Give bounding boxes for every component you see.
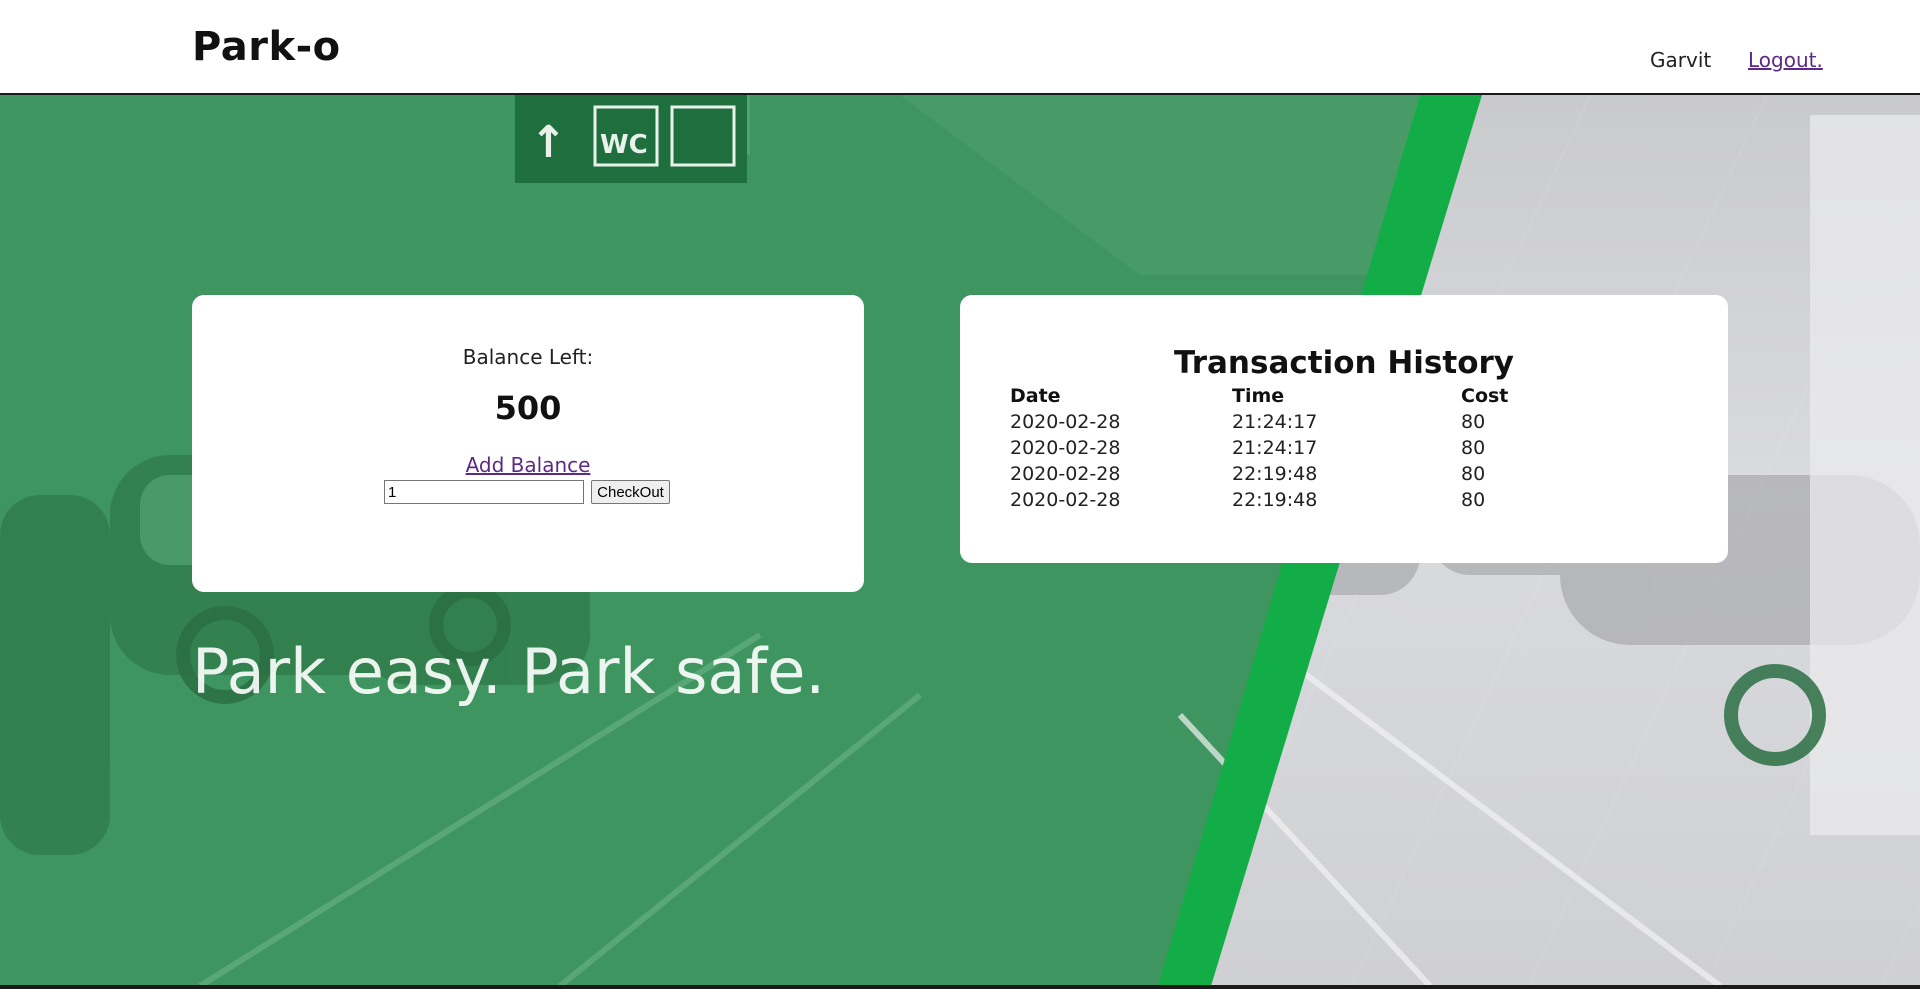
column-header-cost: Cost [1461, 385, 1509, 407]
footer-divider [0, 985, 1920, 989]
date-cell: 2020-02-28 [1010, 489, 1121, 511]
cost-cell: 80 [1461, 411, 1486, 433]
cost-cell: 80 [1461, 489, 1486, 511]
balance-amount: 500 [494, 389, 562, 427]
time-cell: 22:19:48 [1232, 463, 1318, 485]
cost-cell: 80 [1461, 463, 1486, 485]
balance-card: Balance Left: 500 Add Balance CheckOut [192, 295, 864, 592]
svg-text:WC: WC [600, 130, 648, 160]
svg-text:↑: ↑ [530, 117, 567, 168]
checkout-input[interactable] [384, 480, 584, 504]
date-cell: 2020-02-28 [1010, 463, 1121, 485]
add-balance-link[interactable]: Add Balance [192, 453, 864, 477]
checkout-button[interactable]: CheckOut [591, 480, 670, 504]
transaction-history-title: Transaction History [1173, 345, 1514, 381]
brand-logo[interactable]: Park-o [192, 24, 341, 70]
date-cell: 2020-02-28 [1010, 411, 1121, 433]
column-header-time: Time [1232, 385, 1285, 407]
date-cell: 2020-02-28 [1010, 437, 1121, 459]
transaction-history-card: Transaction History Date Time Cost 2020-… [960, 295, 1728, 563]
time-cell: 22:19:48 [1232, 489, 1318, 511]
top-nav-bar: Park-o Garvit Logout. [0, 0, 1920, 95]
logout-link[interactable]: Logout. [1748, 48, 1823, 72]
cost-cell: 80 [1461, 437, 1486, 459]
time-cell: 21:24:17 [1232, 437, 1318, 459]
username-label: Garvit [1650, 48, 1712, 72]
balance-label: Balance Left: [462, 345, 594, 369]
time-cell: 21:24:17 [1232, 411, 1318, 433]
column-header-date: Date [1010, 385, 1061, 407]
hero-tagline: Park easy. Park safe. [192, 635, 826, 708]
